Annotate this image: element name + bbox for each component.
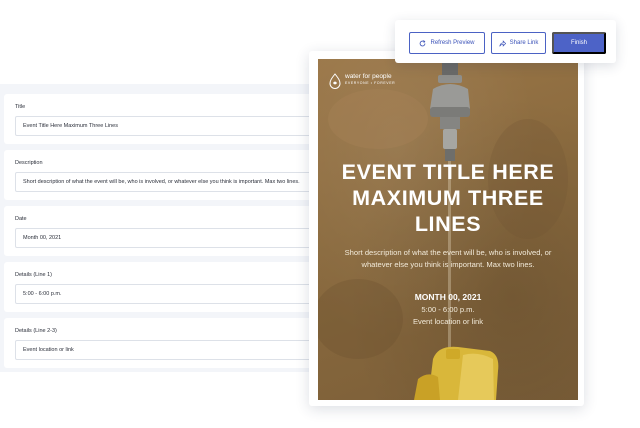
- field-details-line2: Details (Line 2-3) Event location or lin…: [4, 318, 319, 368]
- field-description: Description Short description of what th…: [4, 150, 319, 200]
- details-line2-input[interactable]: Event location or link: [15, 340, 319, 360]
- refresh-icon: [420, 39, 426, 46]
- description-input[interactable]: Short description of what the event will…: [15, 172, 319, 192]
- poster-preview-card: water for people EVERYONE • FOREVER Even…: [309, 51, 584, 406]
- share-icon: [499, 39, 506, 47]
- share-link-label: Share Link: [509, 40, 539, 46]
- logo-tagline: EVERYONE • FOREVER: [345, 81, 396, 85]
- share-link-button[interactable]: Share Link: [491, 32, 546, 54]
- field-description-label: Description: [15, 160, 43, 166]
- details-line1-input[interactable]: 5:00 - 6:00 p.m.: [15, 284, 319, 304]
- refresh-preview-label: Refresh Preview: [430, 40, 475, 46]
- action-toolbar: Refresh Preview Share Link Finish: [395, 20, 616, 63]
- date-input[interactable]: Month 00, 2021: [15, 228, 319, 248]
- field-date-label: Date: [15, 216, 27, 222]
- poster-detail-line2: Event location or link: [412, 317, 484, 326]
- poster-preview: water for people EVERYONE • FOREVER Even…: [318, 59, 578, 400]
- logo-name: water for people: [345, 73, 392, 80]
- field-details-line1-label: Details (Line 1): [15, 272, 52, 278]
- finish-label: Finish: [570, 40, 587, 46]
- event-form-panel: Title Event Title Here Maximum Three Lin…: [0, 84, 319, 372]
- refresh-preview-button[interactable]: Refresh Preview: [409, 32, 485, 54]
- poster-title: Event Title Here Maximum Three Lines: [341, 160, 555, 236]
- poster-detail-line1: 5:00 - 6:00 p.m.: [421, 305, 475, 314]
- title-input[interactable]: Event Title Here Maximum Three Lines: [15, 116, 319, 136]
- field-details-line1: Details (Line 1) 5:00 - 6:00 p.m.: [4, 262, 319, 312]
- water-for-people-logo: water for people EVERYONE • FOREVER: [329, 73, 395, 89]
- field-details-line2-label: Details (Line 2-3): [15, 328, 57, 334]
- finish-button[interactable]: Finish: [552, 32, 606, 54]
- field-title: Title Event Title Here Maximum Three Lin…: [4, 94, 319, 144]
- field-title-label: Title: [15, 104, 26, 110]
- poster-date: MONTH 00, 2021: [414, 292, 482, 302]
- poster-description: Short description of what the event will…: [344, 248, 552, 269]
- water-drop-logo-icon: [329, 73, 341, 89]
- field-date: Date Month 00, 2021: [4, 206, 319, 256]
